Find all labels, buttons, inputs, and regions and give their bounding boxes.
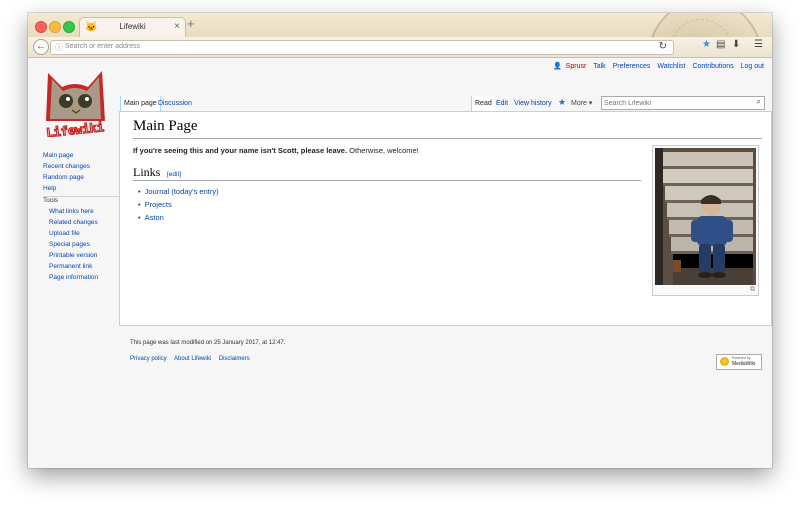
tab-read[interactable]: Read xyxy=(471,96,495,111)
minimize-window-button[interactable] xyxy=(49,21,61,33)
search-input[interactable] xyxy=(604,98,749,108)
tab-strip: 🐱 Lifewiki × + xyxy=(28,13,772,113)
links-list: Journal (today's entry) Projects Aston xyxy=(138,187,219,226)
logo-right-eye xyxy=(78,94,92,108)
personal-link-watchlist[interactable]: Watchlist xyxy=(657,63,685,70)
tab-view-history[interactable]: View history xyxy=(511,96,555,111)
footer-privacy-policy[interactable]: Privacy policy xyxy=(130,356,167,362)
sidebar-item-upload-file[interactable]: Upload file xyxy=(49,230,123,237)
clipboard-icon[interactable]: ▤ xyxy=(716,39,725,50)
search-box[interactable]: ⌕ xyxy=(601,96,765,110)
last-modified: This page was last modified on 25 Januar… xyxy=(130,340,286,346)
download-icon[interactable]: ⬇ xyxy=(732,39,740,50)
mediawiki-logo-icon xyxy=(720,357,729,366)
site-logo[interactable]: Lifewiki xyxy=(38,63,113,137)
sidebar-item-main-page[interactable]: Main page xyxy=(43,152,123,159)
sidebar-tools-heading: Tools xyxy=(43,196,123,204)
more-menu[interactable]: More ▾ xyxy=(571,96,592,111)
links-heading: Links xyxy=(133,165,161,179)
sidebar-item-related-changes[interactable]: Related changes xyxy=(49,219,123,226)
sidebar-item-what-links-here[interactable]: What links here xyxy=(49,208,123,215)
sidebar-item-random-page[interactable]: Random page xyxy=(43,174,123,181)
link-journal[interactable]: Journal (today's entry) xyxy=(138,187,219,196)
sidebar-item-printable-version[interactable]: Printable version xyxy=(49,252,123,259)
tab-discussion[interactable]: Discussion xyxy=(155,96,195,111)
sidebar-item-special-pages[interactable]: Special pages xyxy=(49,241,123,248)
badge-bottom-text: MediaWiki xyxy=(732,361,756,367)
footer-about[interactable]: About Lifewiki xyxy=(174,356,211,362)
personal-link-logout[interactable]: Log out xyxy=(741,63,764,70)
browser-tab[interactable]: 🐱 Lifewiki × xyxy=(79,17,186,38)
new-tab-button[interactable]: + xyxy=(187,16,195,31)
intro-rest: Otherwise, welcome! xyxy=(347,146,419,155)
more-label: More xyxy=(571,100,587,107)
link-aston[interactable]: Aston xyxy=(138,213,219,222)
watch-star-icon[interactable]: ★ xyxy=(558,97,566,108)
tab-edit[interactable]: Edit xyxy=(493,96,511,111)
user-icon: 👤 xyxy=(552,63,562,70)
bookmark-star-icon[interactable]: ★ xyxy=(702,39,711,50)
footer-disclaimers[interactable]: Disclaimers xyxy=(219,356,250,362)
magnify-icon[interactable]: ⧉ xyxy=(750,286,755,294)
reload-icon[interactable]: ↻ xyxy=(659,41,667,52)
back-arrow-icon[interactable]: ← xyxy=(33,39,49,55)
content-area: Main Page If you're seeing this and your… xyxy=(119,111,772,326)
child-on-stairs-photo[interactable] xyxy=(655,148,756,285)
sidebar: Main page Recent changes Random page Hel… xyxy=(43,152,123,285)
browser-window: 🐱 Lifewiki × + ← ⓘ Search or enter addre… xyxy=(28,13,772,468)
footer-links: Privacy policy About Lifewiki Disclaimer… xyxy=(130,356,256,362)
url-placeholder: Search or enter address xyxy=(65,43,141,50)
personal-link-talk[interactable]: Talk xyxy=(593,63,605,70)
wiki-page: 👤 Sprusr Talk Preferences Watchlist Cont… xyxy=(28,58,772,468)
tab-title: Lifewiki xyxy=(119,22,146,31)
url-bar[interactable]: ⓘ Search or enter address ↻ xyxy=(50,40,674,55)
personal-tools: 👤 Sprusr Talk Preferences Watchlist Cont… xyxy=(548,62,764,70)
menu-icon[interactable]: ☰ xyxy=(754,39,763,50)
intro-bold: If you're seeing this and your name isn'… xyxy=(133,146,348,155)
maximize-window-button[interactable] xyxy=(63,21,75,33)
personal-link-user[interactable]: Sprusr xyxy=(566,63,587,70)
title-divider xyxy=(133,138,762,139)
sidebar-item-recent-changes[interactable]: Recent changes xyxy=(43,163,123,170)
intro-text: If you're seeing this and your name isn'… xyxy=(133,146,419,155)
info-icon[interactable]: ⓘ xyxy=(55,42,63,53)
search-icon[interactable]: ⌕ xyxy=(757,97,761,107)
badge-top-text: Powered by xyxy=(732,356,751,360)
thumbnail-frame[interactable]: ⧉ xyxy=(652,145,759,296)
personal-link-preferences[interactable]: Preferences xyxy=(613,63,651,70)
powered-by-mediawiki-badge[interactable]: Powered by MediaWiki xyxy=(716,354,762,370)
close-tab-icon[interactable]: × xyxy=(174,21,180,32)
page-title: Main Page xyxy=(133,118,198,134)
logo-left-eye xyxy=(59,94,73,108)
link-projects[interactable]: Projects xyxy=(138,200,219,209)
section-divider xyxy=(133,180,641,181)
sidebar-item-help[interactable]: Help xyxy=(43,185,123,192)
sidebar-item-permanent-link[interactable]: Permanent link xyxy=(49,263,123,270)
sidebar-item-page-information[interactable]: Page information xyxy=(49,274,123,281)
logo-text: Lifewiki xyxy=(46,120,105,137)
nav-bar: ← ⓘ Search or enter address ↻ ★ ▤ ⬇ ☰ xyxy=(28,37,772,58)
personal-link-contributions[interactable]: Contributions xyxy=(692,63,733,70)
edit-section-link[interactable]: [edit] xyxy=(167,171,181,178)
close-window-button[interactable] xyxy=(35,21,47,33)
